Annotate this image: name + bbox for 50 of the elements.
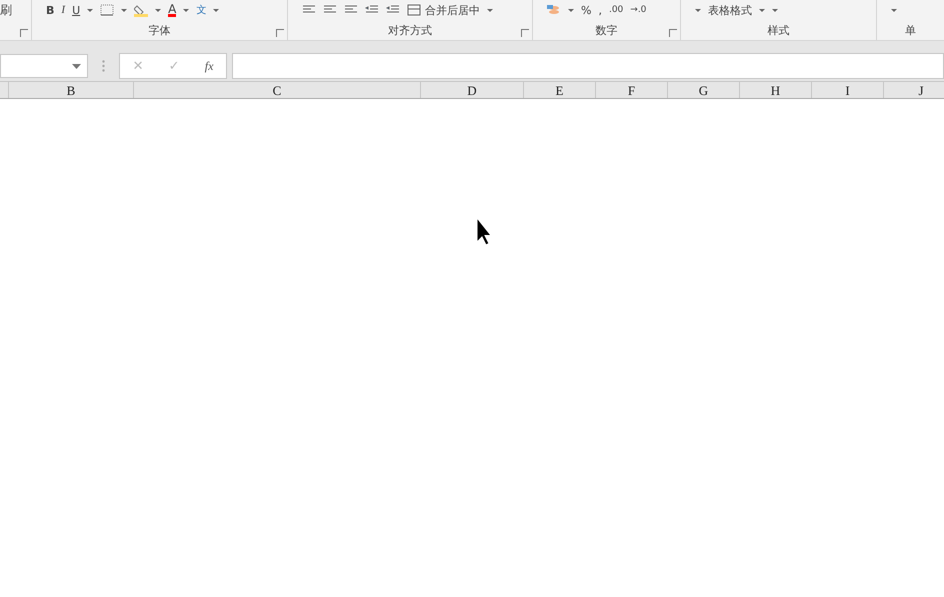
font-color-button[interactable]: A: [168, 4, 176, 16]
dialog-launcher-icon[interactable]: [20, 29, 28, 37]
column-header[interactable]: D: [421, 82, 524, 98]
italic-button[interactable]: I: [61, 4, 66, 16]
ribbon-label: 表格格式: [708, 2, 752, 18]
group-label: 字体: [148, 22, 170, 38]
column-header[interactable]: G: [668, 82, 740, 98]
caret-icon[interactable]: [695, 8, 701, 12]
border-icon[interactable]: [100, 4, 114, 16]
caret-icon[interactable]: [87, 8, 94, 12]
column-header[interactable]: H: [740, 82, 812, 98]
group-label: 样式: [768, 22, 790, 38]
column-header[interactable]: B: [9, 82, 134, 98]
caret-icon[interactable]: [772, 8, 778, 12]
dialog-launcher-icon[interactable]: [276, 29, 284, 37]
paint-bucket-icon[interactable]: [134, 4, 148, 16]
bold-button[interactable]: B: [46, 4, 54, 16]
phonetic-button[interactable]: 文: [196, 3, 206, 17]
caret-icon[interactable]: [213, 8, 220, 12]
mouse-pointer-icon: [476, 217, 492, 246]
merge-center-button[interactable]: 合并后居中: [407, 2, 480, 18]
ribbon-label: 刷: [0, 2, 12, 18]
caret-icon[interactable]: [121, 8, 128, 12]
underline-button[interactable]: U: [72, 4, 80, 16]
group-label: 对齐方式: [388, 22, 432, 38]
caret-icon[interactable]: [759, 8, 765, 12]
column-header[interactable]: F: [596, 82, 668, 98]
dialog-launcher-icon[interactable]: [669, 29, 677, 37]
merged-cells-icon: [407, 4, 421, 16]
caret-icon[interactable]: [487, 8, 493, 12]
decimal-button[interactable]: →.0: [630, 5, 646, 15]
coins-icon[interactable]: [547, 4, 561, 16]
group-label: 单: [905, 22, 916, 38]
caret-icon: [72, 64, 81, 68]
grip-icon: [102, 60, 105, 72]
column-header[interactable]: I: [812, 82, 884, 98]
dialog-launcher-icon[interactable]: [521, 29, 529, 37]
ribbon-label: ,: [598, 4, 602, 16]
caret-icon[interactable]: [155, 8, 162, 12]
column-header[interactable]: C: [134, 82, 421, 98]
column-header[interactable]: E: [524, 82, 596, 98]
column-header[interactable]: J: [884, 82, 944, 98]
insert-function-button[interactable]: fx: [204, 58, 214, 74]
caret-icon[interactable]: [183, 8, 190, 12]
group-label: 数字: [596, 22, 618, 38]
formula-input[interactable]: [232, 53, 944, 79]
decimal-button[interactable]: .00: [608, 5, 624, 15]
ribbon-label: %: [581, 4, 592, 16]
caret-icon[interactable]: [568, 8, 574, 12]
caret-icon[interactable]: [891, 8, 897, 12]
